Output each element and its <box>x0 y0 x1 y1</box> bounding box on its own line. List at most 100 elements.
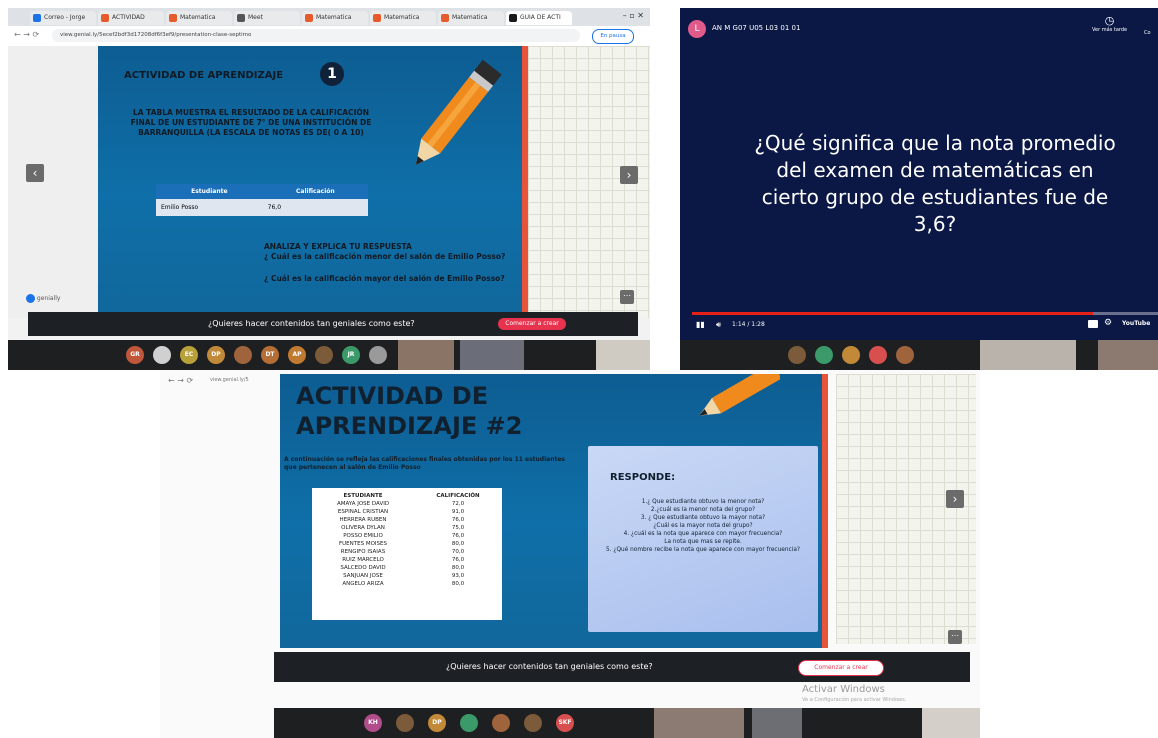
question-1: ¿ Cuál es la calificación menor del saló… <box>264 252 506 261</box>
participant-avatar[interactable]: DT <box>261 346 279 364</box>
slide-1: ACTIVIDAD DE APRENDIZAJE 1 LA TABLA MUES… <box>98 46 528 318</box>
more-options-button[interactable]: ⋯ <box>948 630 962 644</box>
student-name-cell: AMAYA JOSE DAVID <box>336 501 390 507</box>
browser-tab[interactable]: Matematica <box>166 11 232 25</box>
participants-strip: KH DP SKF <box>274 708 980 738</box>
watch-later-button[interactable]: ◷ Ver más tarde <box>1092 14 1127 33</box>
participant-avatar[interactable] <box>460 714 478 732</box>
participant-avatar[interactable]: SKF <box>556 714 574 732</box>
responde-item: 4. ¿cuál es la nota que aparece con mayo… <box>623 531 783 537</box>
participant-avatar[interactable] <box>842 346 860 364</box>
participant-avatar[interactable] <box>492 714 510 732</box>
table-row: RENGIFO ISAIAS 70,0 <box>312 548 502 556</box>
participant-avatar[interactable]: GR <box>126 346 144 364</box>
student-grade-cell: 76,0 <box>451 517 465 523</box>
tab-label: Matematica <box>384 14 420 21</box>
tab-favicon-icon <box>33 14 41 22</box>
responde-title: RESPONDE: <box>610 472 676 483</box>
nav-arrows-icon[interactable]: ← → ⟳ <box>168 376 193 385</box>
table-cell-grade: 76,0 <box>267 204 282 211</box>
student-name-cell: HERRERA RUBEN <box>339 517 387 523</box>
next-slide-button[interactable]: › <box>620 166 638 184</box>
participant-avatar[interactable]: AP <box>288 346 306 364</box>
browser-tab[interactable]: Matematica <box>438 11 504 25</box>
video-thumbnail <box>398 340 454 370</box>
table-row: SANJUAN JOSE 93,0 <box>312 572 502 580</box>
promo-text: ¿Quieres hacer contenidos tan geniales c… <box>208 319 415 328</box>
student-grade-cell: 80,0 <box>451 581 465 587</box>
red-stripe <box>822 374 828 648</box>
slide-intro-text: A continuación se refleja las calificaci… <box>284 456 565 471</box>
share-label[interactable]: Co <box>1144 30 1151 36</box>
promo-bar: ¿Quieres hacer contenidos tan geniales c… <box>274 652 970 682</box>
participant-avatar[interactable]: JR <box>342 346 360 364</box>
tab-label: Matematica <box>452 14 488 21</box>
pause-badge[interactable]: En pausa <box>592 29 634 44</box>
video-thumbnail <box>654 708 744 738</box>
next-slide-button[interactable]: › <box>946 490 964 508</box>
slide-body-text: LA TABLA MUESTRA EL RESULTADO DE LA CALI… <box>130 108 372 137</box>
channel-avatar[interactable]: L <box>688 20 706 38</box>
promo-bar: ¿Quieres hacer contenidos tan geniales c… <box>28 312 638 336</box>
participants-strip: GR EC DP DT AP JR <box>8 340 650 370</box>
tab-favicon-icon <box>305 14 313 22</box>
browser-tab[interactable]: GUIA DE ACTI <box>506 11 572 25</box>
participant-avatar[interactable] <box>524 714 542 732</box>
volume-icon[interactable]: 🔊︎ <box>716 320 721 330</box>
slide-title: ACTIVIDAD DE APRENDIZAJE <box>124 70 284 81</box>
participant-avatar[interactable]: DP <box>428 714 446 732</box>
table-header-student: Estudiante <box>191 188 228 195</box>
tab-label: Matematica <box>180 14 216 21</box>
participant-avatar[interactable] <box>153 346 171 364</box>
browser-tab[interactable]: Matematica <box>370 11 436 25</box>
participant-avatar[interactable] <box>315 346 333 364</box>
captions-icon[interactable] <box>1088 320 1098 328</box>
student-name-cell: OLIVERA DYLAN <box>341 525 385 531</box>
tab-favicon-icon <box>169 14 177 22</box>
grade-table: Estudiante Calificación Emilio Posso 76,… <box>156 184 368 216</box>
address-field[interactable]: view.genial.ly/5 <box>210 375 274 385</box>
students-table-card: ESTUDIANTE CALIFICACIÓN AMAYA JOSE DAVID… <box>312 488 502 620</box>
youtube-logo[interactable]: YouTube <box>1122 320 1150 327</box>
video-title: AN M G07 U05 L03 01 01 <box>712 24 801 32</box>
participant-avatar[interactable]: KH <box>364 714 382 732</box>
participant-avatar[interactable]: EC <box>180 346 198 364</box>
right-grid-background <box>836 374 976 644</box>
student-grade-cell: 93,0 <box>451 573 465 579</box>
slide-number-badge: 1 <box>320 62 344 86</box>
browser-tab[interactable]: Matematica <box>302 11 368 25</box>
student-grade-cell: 76,0 <box>451 533 465 539</box>
student-name-cell: ESPINAL CRISTIAN <box>337 509 389 515</box>
participant-avatar[interactable] <box>788 346 806 364</box>
participant-avatar[interactable] <box>396 714 414 732</box>
prev-slide-button[interactable]: ‹ <box>26 164 44 182</box>
participant-avatar[interactable] <box>815 346 833 364</box>
participant-avatar[interactable] <box>234 346 252 364</box>
slide-title-line2: APRENDIZAJE #2 <box>296 412 523 440</box>
nav-arrows-icon[interactable]: ← → ⟳ <box>14 30 39 39</box>
browser-tab[interactable]: Correo - Jorge <box>30 11 96 25</box>
browser-tab-bar: Correo - Jorge ACTIVIDAD Matematica Meet Mat… <box>8 8 650 26</box>
more-options-button[interactable]: ⋯ <box>620 290 634 304</box>
play-pause-icon[interactable]: ▮▮ <box>696 320 705 329</box>
video-thumbnail <box>460 340 524 370</box>
video-question: ¿Qué significa que la nota promedio del … <box>754 131 1116 236</box>
address-field[interactable]: view.genial.ly/5ecef2bdf3d17208df6f3ef9/… <box>52 29 580 42</box>
start-creating-button[interactable]: Comenzar a crear <box>498 318 566 330</box>
student-name-cell: RUIZ MARCELO <box>342 557 384 563</box>
table-row: HERRERA RUBEN 76,0 <box>312 516 502 524</box>
settings-gear-icon[interactable]: ⚙ <box>1104 318 1112 328</box>
responde-item: 2.¿cuál es la menor nota del grupo? <box>650 507 756 513</box>
browser-tab[interactable]: ACTIVIDAD <box>98 11 164 25</box>
start-creating-button[interactable]: Comenzar a crear <box>798 660 884 676</box>
student-grade-cell: 80,0 <box>451 541 465 547</box>
browser-tab[interactable]: Meet <box>234 11 300 25</box>
responde-list: 1.¿ Que estudiante obtuvo la menor nota?… <box>594 498 812 554</box>
participant-avatar[interactable] <box>369 346 387 364</box>
video-progress-track[interactable] <box>692 312 1158 315</box>
table-header-grade: Calificación <box>296 188 335 195</box>
window-controls[interactable]: – ▫ ✕ <box>623 11 644 20</box>
participant-avatar[interactable] <box>869 346 887 364</box>
participant-avatar[interactable] <box>896 346 914 364</box>
participant-avatar[interactable]: DP <box>207 346 225 364</box>
